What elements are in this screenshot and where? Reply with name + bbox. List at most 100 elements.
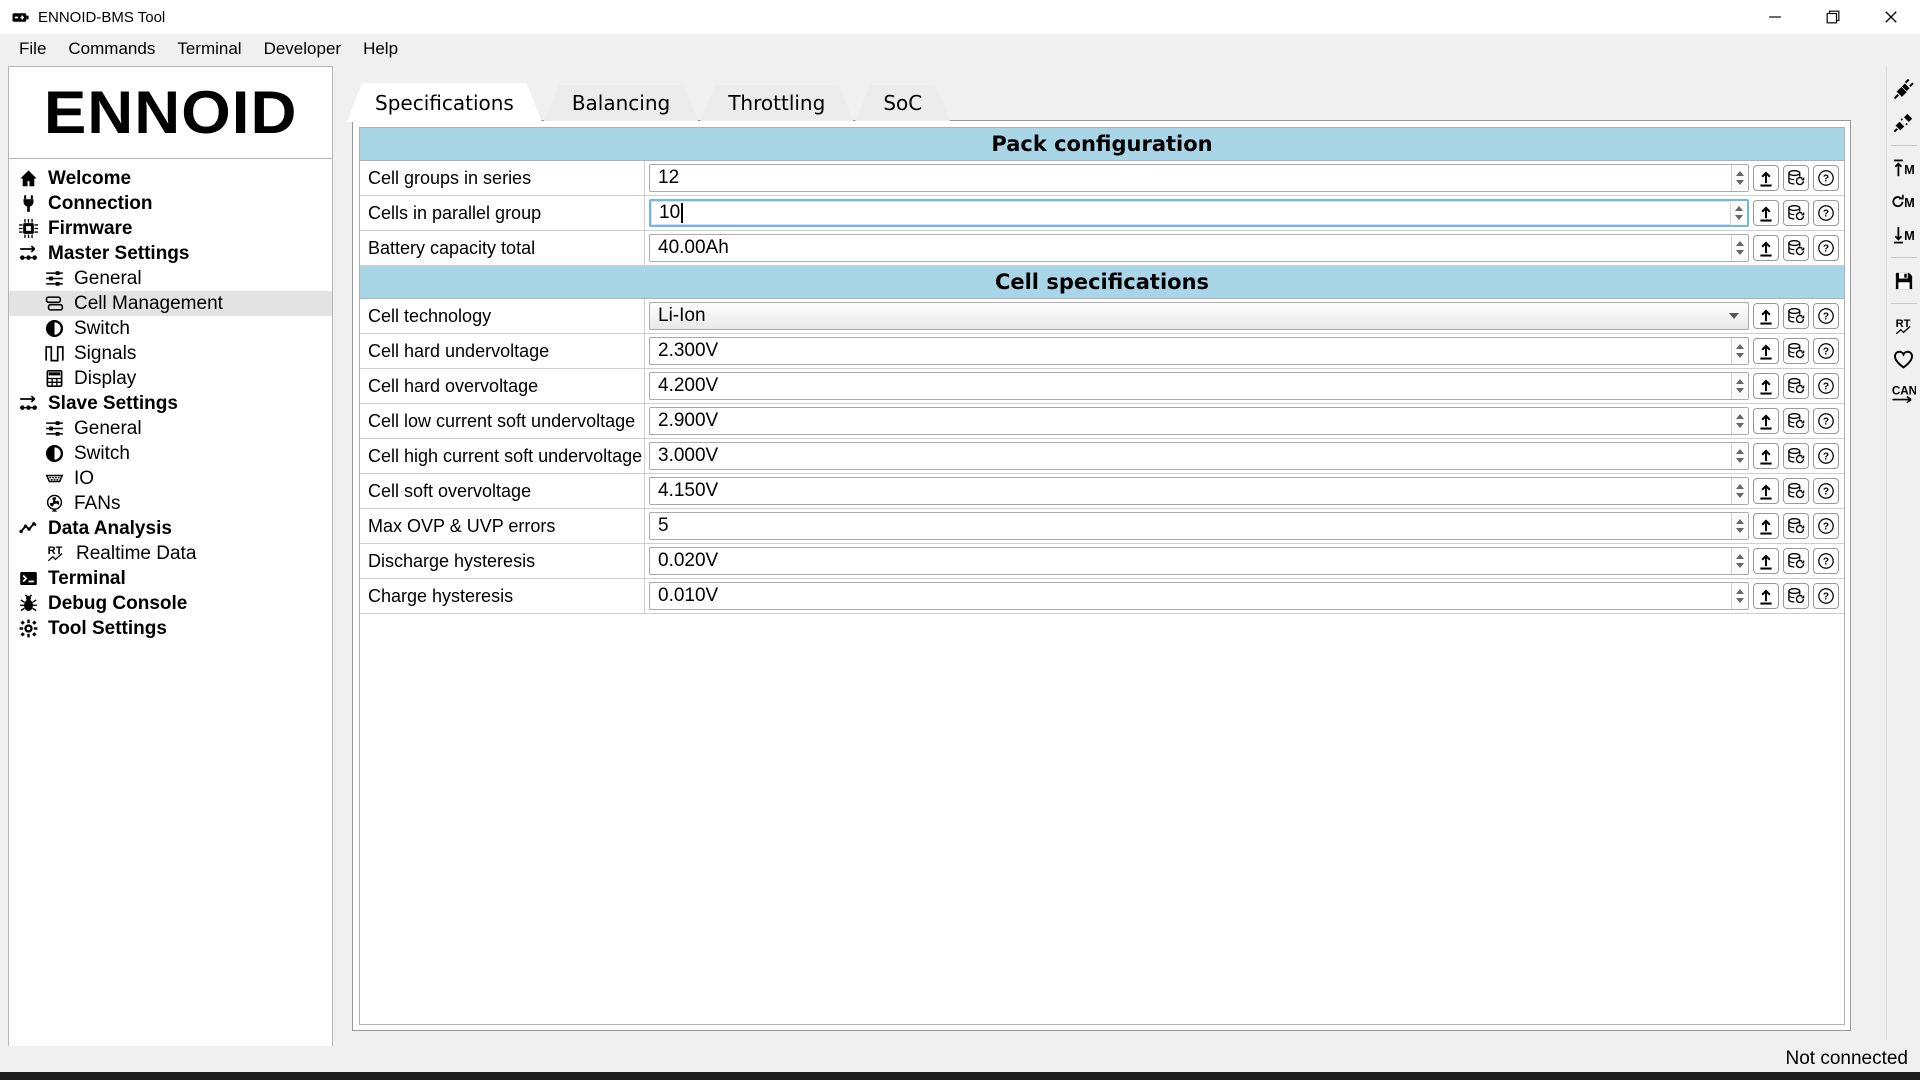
sidebar-item-general[interactable]: General [9,416,332,441]
help-button[interactable]: ? [1813,408,1839,434]
save-button[interactable] [1889,267,1919,294]
write-parameter-button[interactable] [1753,513,1779,539]
spinbox-field[interactable]: 2.900V [649,407,1749,435]
menu-file[interactable]: File [8,36,57,62]
spinner-buttons[interactable] [1731,235,1748,261]
help-button[interactable]: ? [1813,235,1839,261]
spinbox-field[interactable]: 2.300V [649,337,1749,365]
spinner-buttons[interactable] [1731,408,1748,434]
spinner-buttons[interactable] [1731,583,1748,609]
write-parameter-button[interactable] [1753,200,1779,226]
spinbox-field[interactable]: 4.150V [649,477,1749,505]
sidebar-item-tool-settings[interactable]: Tool Settings [9,616,332,641]
write-parameter-button[interactable] [1753,583,1779,609]
sidebar-item-io[interactable]: IO [9,466,332,491]
svg-text:?: ? [1823,417,1829,428]
spinbox-field[interactable]: 5 [649,512,1749,540]
restore-default-button[interactable] [1783,200,1809,226]
spinbox-field[interactable]: 0.020V [649,547,1749,575]
sidebar-item-terminal[interactable]: Terminal [9,566,332,591]
tab-specifications[interactable]: Specifications [347,83,542,122]
write-parameter-button[interactable] [1753,338,1779,364]
sidebar-item-connection[interactable]: Connection [9,191,332,216]
write-parameter-button[interactable] [1753,408,1779,434]
combobox-field[interactable]: Li-Ion [649,302,1749,330]
sidebar-item-debug-console[interactable]: Debug Console [9,591,332,616]
spinner-buttons[interactable] [1731,443,1748,469]
restore-default-button[interactable] [1783,443,1809,469]
connect-button[interactable] [1889,76,1919,103]
restore-default-button[interactable] [1783,303,1809,329]
sidebar-item-switch[interactable]: Switch [9,441,332,466]
spinner-buttons[interactable] [1731,338,1748,364]
spinner-buttons[interactable] [1731,165,1748,191]
menu-terminal[interactable]: Terminal [166,36,252,62]
help-button[interactable]: ? [1813,373,1839,399]
spinbox-field[interactable]: 10 [649,199,1749,227]
download-m-button[interactable]: M [1889,221,1919,248]
sidebar-item-display[interactable]: Display [9,366,332,391]
spinner-buttons[interactable] [1731,513,1748,539]
write-parameter-button[interactable] [1753,303,1779,329]
spinner-buttons[interactable] [1731,548,1748,574]
write-parameter-button[interactable] [1753,548,1779,574]
restore-default-button[interactable] [1783,583,1809,609]
spinner-buttons[interactable] [1731,373,1748,399]
spinbox-field[interactable]: 40.00Ah [649,234,1749,262]
help-button[interactable]: ? [1813,338,1839,364]
can-bus-button[interactable]: CAN [1889,379,1919,406]
write-parameter-button[interactable] [1753,373,1779,399]
sidebar-item-signals[interactable]: Signals [9,341,332,366]
help-button[interactable]: ? [1813,443,1839,469]
favorites-button[interactable] [1889,346,1919,373]
sidebar-item-data-analysis[interactable]: Data Analysis [9,516,332,541]
tab-throttling[interactable]: Throttling [700,85,853,121]
menu-help[interactable]: Help [352,36,409,62]
help-button[interactable]: ? [1813,303,1839,329]
realtime-data-button[interactable]: RT [1889,313,1919,340]
restore-default-button[interactable] [1783,513,1809,539]
spinbox-field[interactable]: 3.000V [649,442,1749,470]
restore-button[interactable] [1804,0,1862,34]
sidebar-item-realtime-data[interactable]: RTRealtime Data [9,541,332,566]
help-button[interactable]: ? [1813,200,1839,226]
spinbox-field[interactable]: 12 [649,164,1749,192]
tab-balancing[interactable]: Balancing [544,85,698,121]
reload-m-button[interactable]: M [1889,188,1919,215]
close-button[interactable] [1862,0,1920,34]
restore-default-button[interactable] [1783,338,1809,364]
write-parameter-button[interactable] [1753,165,1779,191]
write-parameter-button[interactable] [1753,235,1779,261]
restore-default-button[interactable] [1783,408,1809,434]
write-parameter-button[interactable] [1753,443,1779,469]
help-button[interactable]: ? [1813,513,1839,539]
sidebar-item-welcome[interactable]: Welcome [9,166,332,191]
disconnect-button[interactable] [1889,109,1919,136]
help-button[interactable]: ? [1813,548,1839,574]
spinner-buttons[interactable] [1731,478,1748,504]
minimize-button[interactable] [1746,0,1804,34]
restore-default-button[interactable] [1783,478,1809,504]
help-button[interactable]: ? [1813,478,1839,504]
upload-m-button[interactable]: M [1889,155,1919,182]
restore-default-button[interactable] [1783,235,1809,261]
sidebar-item-slave-settings[interactable]: Slave Settings [9,391,332,416]
sidebar-item-cell-management[interactable]: Cell Management [9,291,332,316]
help-button[interactable]: ? [1813,165,1839,191]
sidebar-item-firmware[interactable]: Firmware [9,216,332,241]
spinner-buttons[interactable] [1730,201,1747,225]
spinbox-field[interactable]: 4.200V [649,372,1749,400]
help-button[interactable]: ? [1813,583,1839,609]
sidebar-item-master-settings[interactable]: Master Settings [9,241,332,266]
menu-commands[interactable]: Commands [57,36,166,62]
spinbox-field[interactable]: 0.010V [649,582,1749,610]
restore-default-button[interactable] [1783,373,1809,399]
restore-default-button[interactable] [1783,548,1809,574]
tab-soc[interactable]: SoC [855,85,950,121]
sidebar-item-fans[interactable]: FANs [9,491,332,516]
write-parameter-button[interactable] [1753,478,1779,504]
menu-developer[interactable]: Developer [253,36,353,62]
restore-default-button[interactable] [1783,165,1809,191]
sidebar-item-general[interactable]: General [9,266,332,291]
sidebar-item-switch[interactable]: Switch [9,316,332,341]
